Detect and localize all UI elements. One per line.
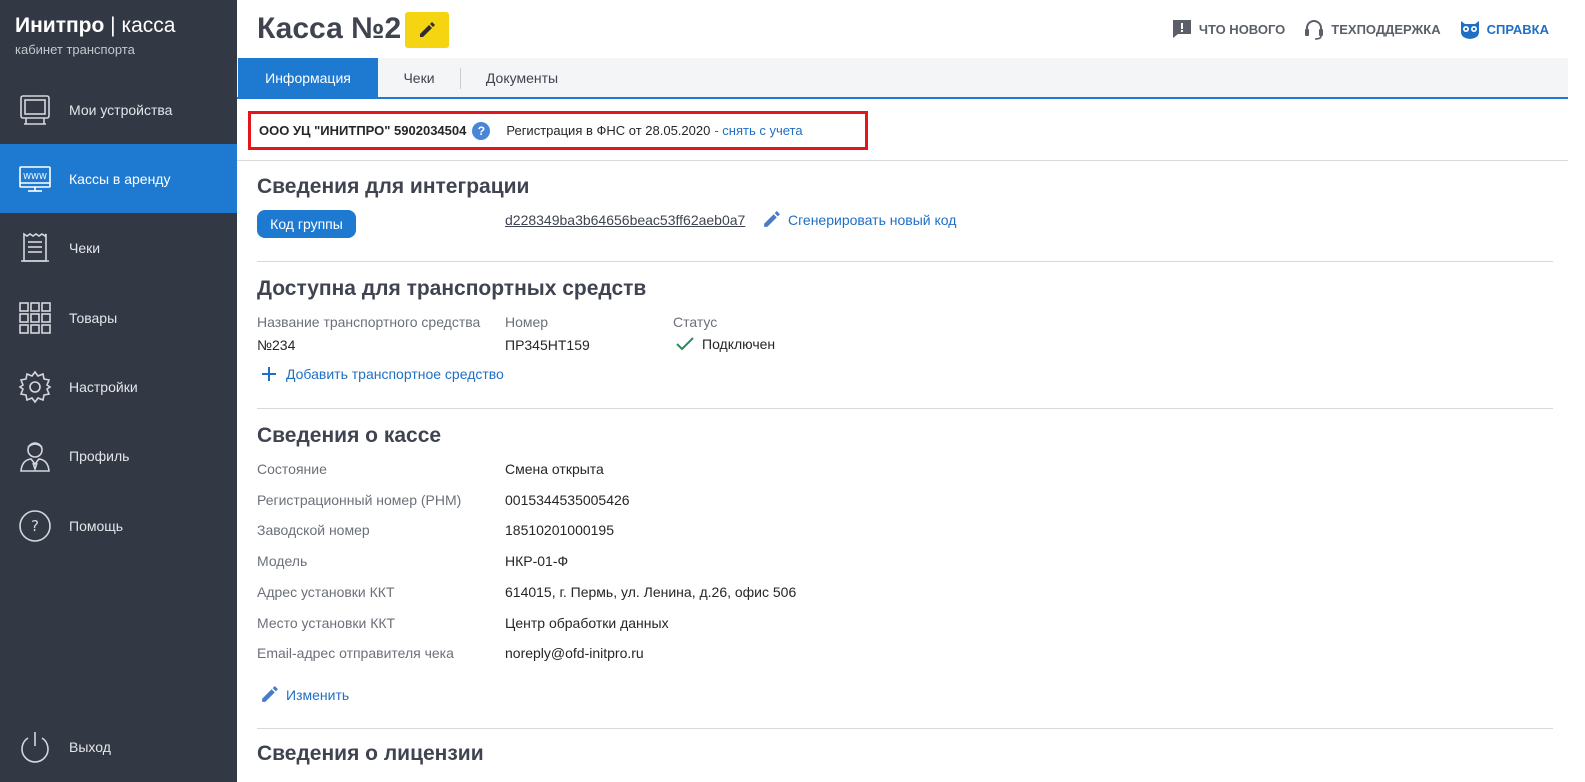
sidebar-item-label: Профиль	[69, 447, 130, 464]
field-value: 0015344535005426	[505, 492, 630, 508]
section-title-integration: Сведения для интеграции	[257, 175, 530, 198]
generate-code-link[interactable]: Сгенерировать новый код	[762, 210, 956, 229]
org-info-highlight: ООО УЦ "ИНИТПРО" 5902034504 ? Регистраци…	[248, 111, 868, 150]
divider	[257, 728, 1553, 729]
gear-icon	[17, 369, 53, 405]
owl-icon	[1460, 21, 1479, 39]
edit-kassa-link[interactable]: Изменить	[260, 685, 349, 704]
svg-text:?: ?	[31, 517, 39, 535]
help-link[interactable]: СПРАВКА	[1459, 18, 1549, 40]
vehicle-status: Подключен	[676, 336, 775, 352]
help-circle-icon[interactable]: ?	[472, 121, 491, 140]
logout-button[interactable]: Выход	[0, 712, 237, 781]
pencil-icon	[764, 211, 780, 227]
page-title: Касса №2	[257, 12, 402, 45]
field-value: noreply@ofd-initpro.ru	[505, 645, 644, 661]
pencil-icon	[420, 22, 435, 37]
unregister-link[interactable]: - снять с учета	[714, 123, 802, 138]
sidebar-item-label: Настройки	[69, 378, 138, 395]
brand-subtitle: кабинет транспорта	[15, 42, 135, 57]
sidebar-item-receipts[interactable]: Чеки	[0, 213, 237, 282]
tab-documents[interactable]: Документы	[473, 58, 571, 97]
edit-title-button[interactable]	[405, 12, 449, 48]
device-icon	[17, 92, 53, 128]
field-value: Смена открыта	[505, 461, 604, 477]
divider	[257, 261, 1553, 262]
group-code-badge: Код группы	[257, 210, 356, 238]
whats-new-link[interactable]: ЧТО НОВОГО	[1171, 18, 1285, 40]
tab-receipts[interactable]: Чеки	[387, 58, 451, 97]
divider	[257, 408, 1553, 409]
field-label: Модель	[257, 553, 308, 569]
sidebar-item-rental-kassas[interactable]: WWW Кассы в аренду	[0, 144, 237, 213]
www-monitor-icon: WWW	[17, 161, 53, 197]
sidebar-item-goods[interactable]: Товары	[0, 283, 237, 352]
sidebar: Инитпро | касса кабинет транспорта Мои у…	[0, 0, 237, 782]
field-value: 614015, г. Пермь, ул. Ленина, д.26, офис…	[505, 584, 797, 600]
brand: Инитпро | касса кабинет транспорта	[15, 14, 175, 57]
checkmark-icon	[676, 337, 694, 351]
divider	[237, 160, 1568, 161]
org-name: ООО УЦ "ИНИТПРО" 5902034504	[259, 123, 467, 138]
sidebar-item-help[interactable]: ? Помощь	[0, 491, 237, 560]
plus-icon	[262, 367, 276, 381]
vehicle-number: ПР345НТ159	[505, 337, 590, 353]
field-value: 18510201000195	[505, 522, 615, 538]
field-value: Центр обработки данных	[505, 615, 669, 631]
question-icon: ?	[17, 508, 53, 544]
sidebar-item-label: Чеки	[69, 239, 101, 256]
field-label: Регистрационный номер (РНМ)	[257, 492, 462, 508]
sidebar-item-label: Товары	[69, 309, 118, 326]
field-label: Заводской номер	[257, 522, 370, 538]
sidebar-item-label: Кассы в аренду	[69, 170, 171, 187]
field-label: Адрес установки ККТ	[257, 584, 395, 600]
integration-code[interactable]: d228349ba3b64656beac53ff62aeb0a7	[505, 212, 745, 228]
svg-text:WWW: WWW	[23, 172, 47, 181]
grid-icon	[17, 300, 53, 336]
top-links: ЧТО НОВОГО ТЕХПОДДЕРЖКА СПРАВКА	[1171, 18, 1549, 40]
col-header-number: Номер	[505, 314, 549, 330]
headset-icon	[1305, 20, 1324, 40]
support-link[interactable]: ТЕХПОДДЕРЖКА	[1303, 18, 1441, 40]
field-label: Состояние	[257, 461, 327, 477]
field-value: НКР-01-Ф	[505, 553, 569, 569]
tab-info[interactable]: Информация	[238, 58, 378, 97]
announcement-icon	[1172, 20, 1191, 38]
vehicle-name: №234	[257, 337, 296, 353]
pencil-icon	[262, 686, 278, 702]
col-header-status: Статус	[673, 314, 718, 330]
receipt-icon	[17, 230, 53, 266]
sidebar-item-profile[interactable]: Профиль	[0, 421, 237, 490]
field-label: Email-адрес отправителя чека	[257, 645, 454, 661]
col-header-vehicle-name: Название транспортного средства	[257, 314, 481, 330]
section-title-license: Сведения о лицензии	[257, 742, 484, 765]
section-title-vehicles: Доступна для транспортных средств	[257, 277, 647, 300]
sidebar-item-label: Мои устройства	[69, 101, 173, 118]
add-vehicle-link[interactable]: Добавить транспортное средство	[261, 366, 504, 382]
section-title-kassa: Сведения о кассе	[257, 424, 442, 447]
brand-logo-text: Инитпро | касса	[15, 14, 176, 37]
user-icon	[17, 438, 53, 474]
logout-label: Выход	[69, 738, 111, 755]
tab-divider	[460, 68, 461, 89]
tabs: Информация Чеки Документы	[237, 58, 1568, 99]
header: Касса №2 ЧТО НОВОГО ТЕХПОДДЕРЖКА СПРАВКА	[237, 0, 1585, 58]
power-icon	[17, 729, 53, 765]
sidebar-item-settings[interactable]: Настройки	[0, 352, 237, 421]
registration-date: Регистрация в ФНС от 28.05.2020	[506, 123, 711, 138]
field-label: Место установки ККТ	[257, 615, 396, 631]
sidebar-item-label: Помощь	[69, 517, 124, 534]
sidebar-item-devices[interactable]: Мои устройства	[0, 75, 237, 144]
